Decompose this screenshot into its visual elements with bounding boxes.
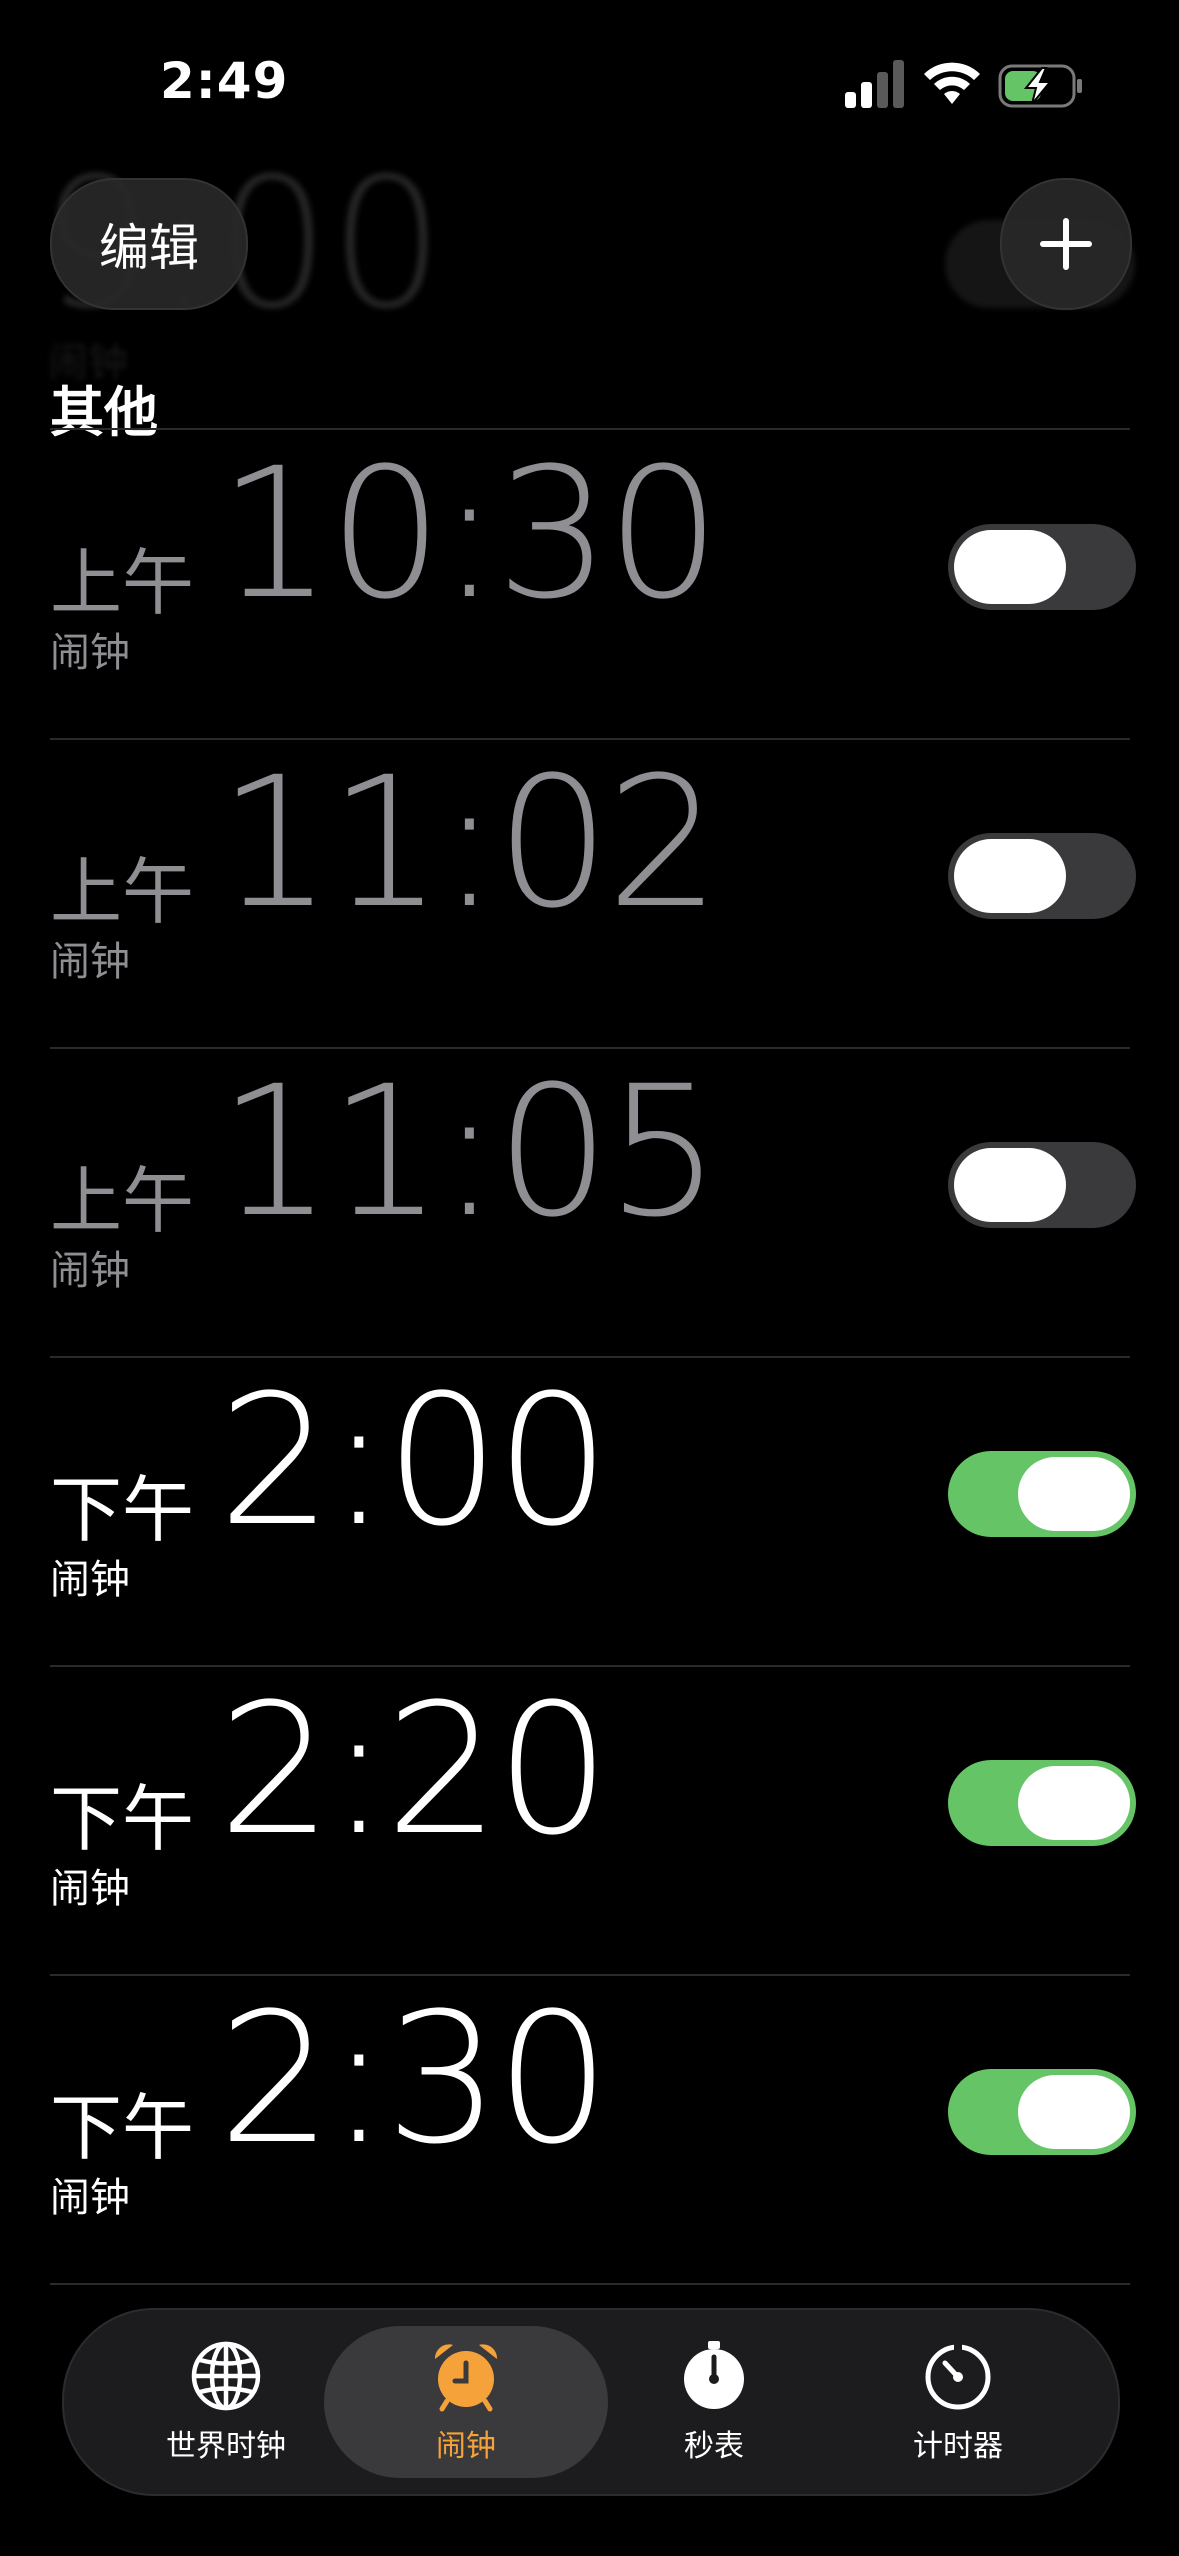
alarm-toggle[interactable] bbox=[948, 833, 1136, 919]
alarm-toggle[interactable] bbox=[948, 524, 1136, 610]
add-alarm-button[interactable] bbox=[1000, 178, 1132, 310]
tab-bar: 世界时钟 闹钟 秒表 计时器 bbox=[62, 2308, 1120, 2496]
alarm-row[interactable]: 上午 10:30 闹钟 bbox=[0, 430, 1179, 740]
alarm-time: 11:05 bbox=[218, 1048, 721, 1257]
toggle-knob bbox=[1018, 1457, 1130, 1531]
tab-timer[interactable]: 计时器 bbox=[816, 2326, 1100, 2478]
alarm-row[interactable]: 下午 2:20 闹钟 bbox=[0, 1666, 1179, 1976]
battery-charging-icon bbox=[998, 62, 1084, 110]
alarm-label: 闹钟 bbox=[50, 2175, 130, 2221]
alarm-label: 闹钟 bbox=[50, 939, 130, 985]
alarm-time: 2:00 bbox=[218, 1357, 610, 1566]
alarm-toggle[interactable] bbox=[948, 1760, 1136, 1846]
tab-label: 闹钟 bbox=[436, 2429, 496, 2464]
alarm-row[interactable]: 下午 2:00 闹钟 bbox=[0, 1357, 1179, 1667]
wifi-icon bbox=[922, 58, 982, 108]
alarm-time: 2:30 bbox=[218, 1975, 610, 2184]
cellular-signal-icon bbox=[845, 60, 907, 108]
alarm-label: 闹钟 bbox=[50, 1557, 130, 1603]
toggle-knob bbox=[954, 839, 1066, 913]
tab-label: 秒表 bbox=[684, 2429, 744, 2464]
tab-stopwatch[interactable]: 秒表 bbox=[572, 2326, 856, 2478]
alarm-period: 下午 bbox=[50, 1468, 195, 1552]
alarm-row[interactable]: 上午 11:02 闹钟 bbox=[0, 739, 1179, 1049]
alarm-time: 10:30 bbox=[218, 430, 721, 639]
status-bar-time: 2:49 bbox=[160, 52, 289, 110]
alarm-time: 2:20 bbox=[218, 1666, 610, 1875]
toggle-knob bbox=[1018, 2075, 1130, 2149]
alarm-row[interactable]: 下午 2:30 闹钟 bbox=[0, 1975, 1179, 2285]
toggle-knob bbox=[954, 530, 1066, 604]
alarm-label: 闹钟 bbox=[50, 1866, 130, 1912]
globe-icon bbox=[191, 2341, 261, 2411]
alarm-row[interactable]: 上午 11:05 闹钟 bbox=[0, 1048, 1179, 1358]
alarm-period: 上午 bbox=[50, 541, 195, 625]
stopwatch-icon bbox=[684, 2341, 744, 2409]
alarm-time: 11:02 bbox=[218, 739, 721, 948]
alarm-toggle[interactable] bbox=[948, 2069, 1136, 2155]
alarm-label: 闹钟 bbox=[50, 630, 130, 676]
alarm-period: 上午 bbox=[50, 1159, 195, 1243]
alarm-label: 闹钟 bbox=[50, 1248, 130, 1294]
row-divider bbox=[50, 2283, 1130, 2285]
tab-alarm[interactable]: 闹钟 bbox=[324, 2326, 608, 2478]
timer-icon bbox=[925, 2343, 991, 2410]
edit-button[interactable]: 编辑 bbox=[50, 178, 248, 310]
tab-label: 计时器 bbox=[913, 2429, 1003, 2464]
tab-label: 世界时钟 bbox=[166, 2429, 286, 2464]
alarm-toggle[interactable] bbox=[948, 1142, 1136, 1228]
toggle-knob bbox=[954, 1148, 1066, 1222]
alarm-period: 下午 bbox=[50, 2086, 195, 2170]
alarm-period: 上午 bbox=[50, 850, 195, 934]
alarm-period: 下午 bbox=[50, 1777, 195, 1861]
alarm-toggle[interactable] bbox=[948, 1451, 1136, 1537]
toggle-knob bbox=[1018, 1766, 1130, 1840]
plus-icon bbox=[1040, 218, 1092, 270]
alarm-clock-icon bbox=[434, 2344, 498, 2412]
